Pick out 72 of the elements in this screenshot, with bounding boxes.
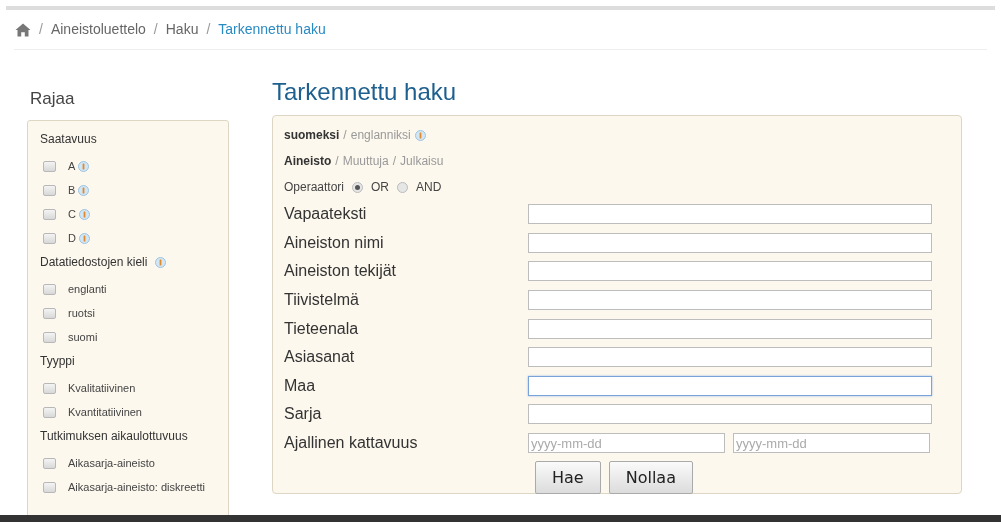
filter-group-title: Datatiedostojen kieli (40, 254, 148, 271)
reset-button[interactable]: Nollaa (608, 461, 693, 495)
separator: / (153, 20, 158, 39)
checkbox[interactable] (43, 283, 56, 295)
field-label: Aineiston nimi (284, 232, 385, 253)
date-field[interactable]: yyyy-mm-dd (733, 433, 930, 454)
info-icon[interactable] (78, 160, 90, 172)
input-field[interactable] (528, 261, 932, 282)
separator: / (39, 20, 43, 39)
checkbox-label: D (68, 230, 76, 246)
date-field[interactable]: yyyy-mm-dd (528, 433, 725, 454)
checkbox[interactable] (43, 208, 56, 220)
field-label: Tiivistelmä (284, 290, 360, 311)
checkbox[interactable] (43, 160, 56, 172)
checkbox[interactable] (43, 457, 56, 469)
input-field[interactable] (528, 232, 932, 253)
field-label: Sarja (284, 404, 323, 425)
info-icon[interactable] (414, 129, 426, 141)
input-field[interactable] (528, 375, 932, 396)
checkbox[interactable] (43, 406, 56, 418)
input-field[interactable] (528, 290, 932, 311)
breadcrumb-link[interactable]: Aineistoluettelo (50, 19, 146, 40)
breadcrumb-link[interactable]: Haku (165, 19, 199, 40)
info-icon[interactable] (78, 184, 90, 196)
field-label: Maa (284, 375, 317, 396)
input-field[interactable] (528, 347, 932, 368)
search-button[interactable]: Hae (535, 461, 601, 495)
checkbox-label: ruotsi (68, 305, 95, 321)
field-label: Aineiston tekijät (284, 261, 398, 282)
checkbox-label: Aikasarja-aineisto (68, 455, 155, 471)
field-label: Ajallinen kattavuus (284, 433, 419, 454)
operator-label: Operaattori (284, 179, 345, 196)
info-icon[interactable] (78, 232, 90, 244)
checkbox-label: C (68, 206, 76, 222)
filter-group-title: Saatavuus (40, 131, 97, 148)
home-icon[interactable] (15, 22, 31, 37)
checkbox-label: A (68, 158, 76, 174)
separator: / (206, 20, 211, 39)
checkbox-label: englanti (68, 281, 107, 297)
separator: / (343, 127, 347, 144)
separator: / (392, 153, 397, 170)
checkbox[interactable] (43, 382, 56, 394)
field-label: Tieteenala (284, 318, 360, 339)
input-field[interactable] (528, 404, 932, 425)
page-title: Tarkennettu haku (272, 77, 458, 107)
checkbox-label: Kvantitatiivinen (68, 404, 142, 420)
checkbox[interactable] (43, 232, 56, 244)
input-field[interactable] (528, 204, 932, 225)
field-label: Asiasanat (284, 347, 356, 368)
radio-button[interactable] (352, 181, 364, 193)
info-icon[interactable] (78, 208, 90, 220)
checkbox-label: Aikasarja-aineisto: diskreetti (68, 479, 205, 495)
checkbox[interactable] (43, 481, 56, 493)
separator: / (335, 153, 339, 170)
checkbox[interactable] (43, 184, 56, 196)
checkbox-label: B (68, 182, 76, 198)
checkbox[interactable] (43, 307, 56, 319)
radio-label: OR (371, 179, 390, 196)
checkbox-label: Kvalitatiivinen (68, 380, 136, 396)
breadcrumb-current[interactable]: Tarkennettu haku (218, 19, 326, 40)
radio-label: AND (416, 179, 442, 196)
search-target-tab[interactable]: Aineisto (284, 152, 332, 170)
checkbox[interactable] (43, 331, 56, 343)
field-label: Vapaateksti (284, 204, 368, 225)
input-field[interactable] (528, 318, 932, 339)
radio-button[interactable] (397, 181, 409, 193)
sidebar-title: Rajaa (29, 88, 76, 110)
language-toggle[interactable]: suomeksi (284, 126, 340, 144)
filter-group-title: Tutkimuksen aikaulottuvuus (40, 428, 188, 445)
checkbox-label: suomi (68, 329, 98, 345)
filter-group-title: Tyyppi (40, 353, 75, 370)
info-icon[interactable] (155, 256, 167, 268)
